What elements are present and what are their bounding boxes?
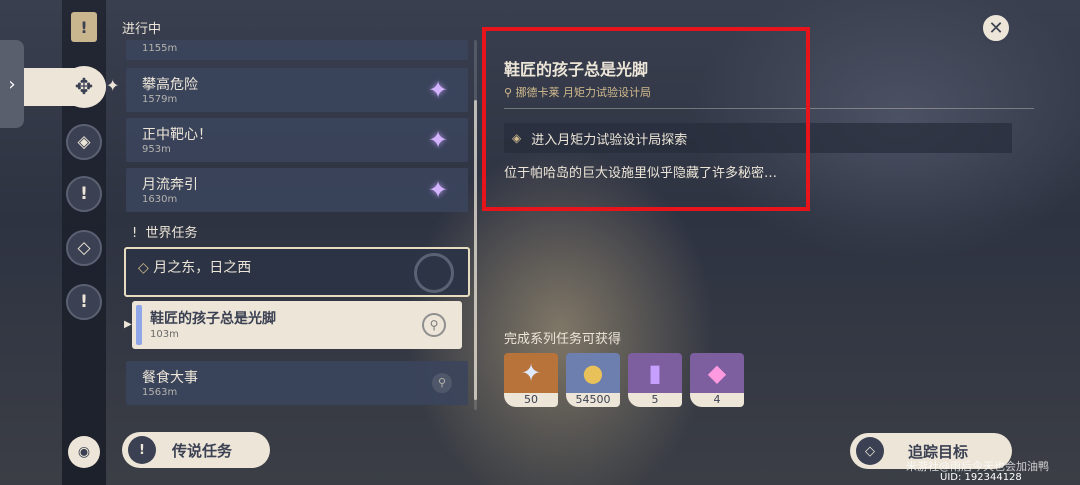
quest-chain-header[interactable]: ◇ 月之东，日之西 — [124, 247, 470, 297]
crystal-icon: ◆ — [690, 353, 744, 393]
in-progress-label: 进行中 — [122, 22, 162, 37]
diamond-icon: ◇ — [138, 260, 154, 276]
quest-distance: 953m — [142, 144, 171, 155]
selected-quest[interactable]: 鞋匠的孩子总是光脚 103m ⚲ — [132, 301, 462, 349]
reward-item[interactable]: ◆ 4 — [690, 353, 744, 407]
quest-title: 鞋匠的孩子总是光脚 — [150, 311, 276, 327]
uid-label: UID: 192344128 — [940, 472, 1022, 483]
reward-count: 54500 — [566, 393, 620, 407]
world-quest-icon[interactable]: ! — [66, 284, 102, 320]
list-item[interactable]: 正中靶心！ 953m ✦ — [126, 118, 468, 162]
highlight-annotation-box — [482, 27, 810, 211]
quest-distance: 1155m — [142, 43, 178, 54]
chain-title: 月之东，日之西 — [153, 260, 252, 276]
reward-item[interactable]: ● 54500 — [566, 353, 620, 407]
quest-distance: 1630m — [142, 194, 178, 205]
quest-distance: 1563m — [142, 387, 178, 398]
quest-distance: 1579m — [142, 94, 178, 105]
quest-distance: 103m — [150, 329, 179, 340]
camera-icon[interactable]: ◉ — [68, 436, 100, 468]
location-pin-icon: ⚲ — [432, 373, 452, 393]
list-item[interactable]: 餐食大事 1563m ⚲ — [126, 361, 468, 405]
rewards-label: 完成系列任务可获得 — [504, 332, 622, 347]
commission-icon[interactable]: ◇ — [66, 230, 102, 266]
selection-bar — [136, 305, 142, 345]
list-item[interactable]: 1155m — [126, 40, 468, 60]
legend-quest-label: 传说任务 — [172, 441, 233, 460]
legend-quest-button[interactable]: ! 传说任务 — [122, 432, 270, 468]
close-button[interactable]: ✕ — [980, 12, 1012, 44]
quest-title: 餐食大事 — [142, 370, 198, 386]
event-star-icon: ✦ — [427, 76, 449, 104]
location-pin-icon: ⚲ — [422, 313, 446, 337]
all-quests-icon[interactable]: ✥ — [62, 66, 106, 108]
quest-title: 正中靶心！ — [142, 127, 212, 143]
world-quest-section: ! 世界任务 — [132, 222, 198, 241]
quest-title: 月流奔引 — [142, 177, 198, 193]
reward-item[interactable]: ✦ 50 — [504, 353, 558, 407]
reward-count: 50 — [504, 393, 558, 407]
reward-item[interactable]: ▮ 5 — [628, 353, 682, 407]
exclamation-icon: ! — [132, 226, 146, 241]
primogem-icon: ✦ — [504, 353, 558, 393]
track-diamond-icon: ◇ — [856, 437, 884, 465]
reward-count: 4 — [690, 393, 744, 407]
story-quest-icon[interactable]: ! — [66, 176, 102, 212]
quest-book-icon[interactable]: ! — [71, 12, 97, 42]
quest-title: 攀高危险 — [142, 77, 198, 93]
list-item[interactable]: 月流奔引 1630m ✦ — [126, 168, 468, 212]
selection-pointer-icon: ▶ — [124, 319, 132, 330]
scroll-thumb[interactable] — [474, 100, 477, 400]
legend-quest-icon: ! — [128, 436, 156, 464]
book-icon: ▮ — [628, 353, 682, 393]
chain-emblem-icon — [414, 253, 454, 293]
chain-title-row: ◇ 月之东，日之西 — [138, 257, 251, 277]
reward-count: 5 — [628, 393, 682, 407]
event-star-icon: ✦ — [427, 126, 449, 154]
archon-quest-icon[interactable]: ◈ — [66, 124, 102, 160]
sparkle-icon: ✦ — [106, 76, 120, 95]
mora-icon: ● — [566, 353, 620, 393]
event-star-icon: ✦ — [427, 176, 449, 204]
world-section-label: 世界任务 — [145, 226, 198, 241]
list-item[interactable]: 攀高危险 1579m ✦ — [126, 68, 468, 112]
expand-sidebar-button[interactable]: › — [0, 40, 24, 128]
